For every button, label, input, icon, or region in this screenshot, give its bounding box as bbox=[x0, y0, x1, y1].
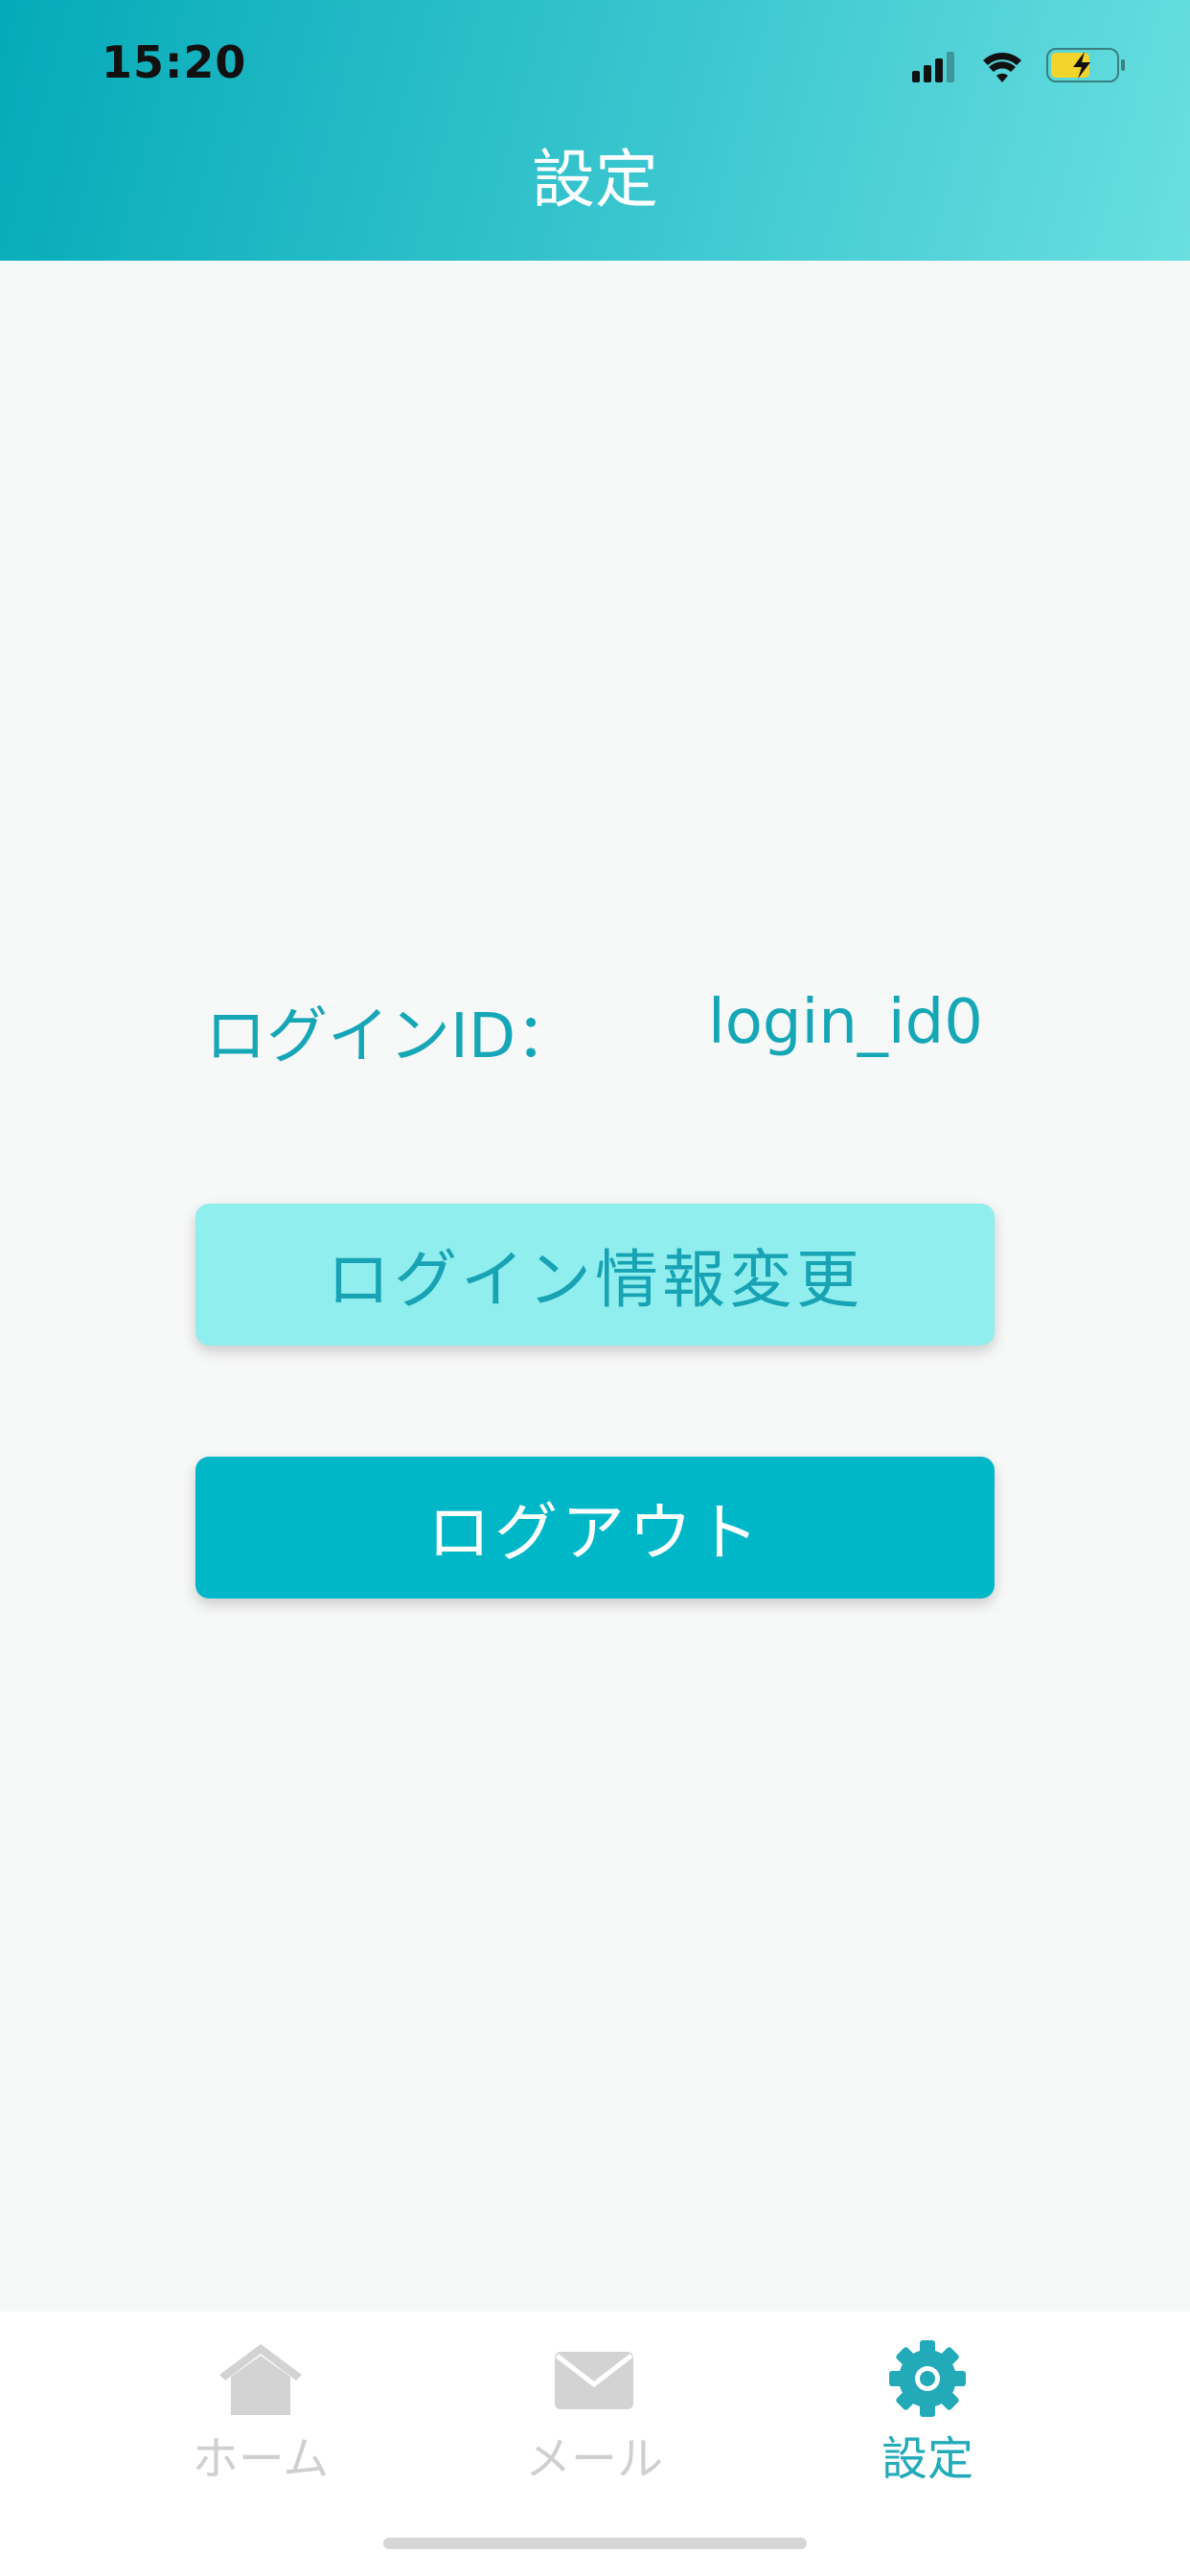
gear-icon bbox=[889, 2340, 966, 2417]
wifi-icon bbox=[983, 53, 1021, 82]
tab-home[interactable]: ホーム bbox=[146, 2340, 376, 2494]
home-indicator bbox=[383, 2538, 807, 2549]
logout-button[interactable]: ログアウト bbox=[195, 1457, 995, 1598]
tab-settings-label: 設定 bbox=[881, 2432, 973, 2486]
battery-charging-icon bbox=[1046, 48, 1125, 82]
signal-icon bbox=[912, 52, 954, 82]
tab-mail[interactable]: メール bbox=[479, 2340, 709, 2494]
app-header: 15:20 設定 bbox=[0, 0, 1190, 261]
login-id-value: login_id0 bbox=[707, 987, 983, 1058]
tab-mail-label: メール bbox=[524, 2432, 663, 2486]
login-id-label: ログインID： bbox=[205, 1001, 578, 1072]
status-icons bbox=[912, 48, 1125, 82]
mail-icon bbox=[555, 2352, 633, 2409]
bottom-tab-bar: ホーム メール 設定 bbox=[0, 2312, 1190, 2576]
page-title: 設定 bbox=[532, 143, 658, 217]
tab-home-label: ホーム bbox=[192, 2432, 330, 2486]
status-time: 15:20 bbox=[102, 36, 247, 88]
tab-settings[interactable]: 設定 bbox=[812, 2340, 1042, 2494]
change-login-info-button[interactable]: ログイン情報変更 bbox=[195, 1204, 995, 1346]
home-icon bbox=[219, 2344, 302, 2415]
login-id-row: ログインID： login_id0 bbox=[0, 987, 1190, 1073]
